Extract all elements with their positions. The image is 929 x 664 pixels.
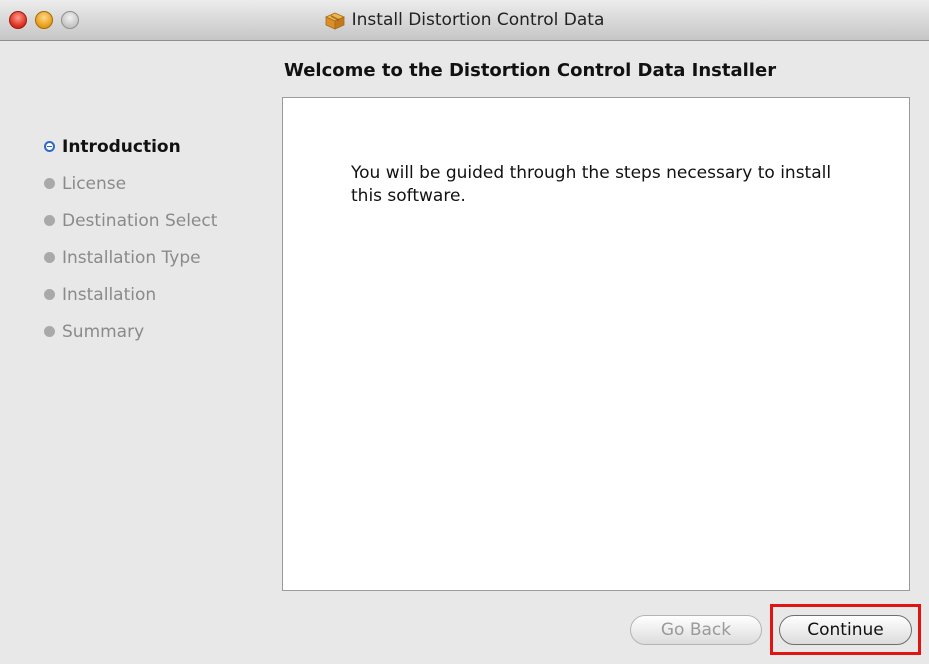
- step-installation-type: Installation Type: [44, 239, 274, 276]
- step-installation: Installation: [44, 276, 274, 313]
- installer-window: Install Distortion Control Data Welcome …: [0, 0, 929, 664]
- step-label: Destination Select: [62, 210, 218, 231]
- current-step-icon: [44, 141, 55, 152]
- step-label: Installation: [62, 284, 157, 305]
- continue-button[interactable]: Continue: [779, 615, 912, 645]
- step-license: License: [44, 165, 274, 202]
- title-bar[interactable]: Install Distortion Control Data: [0, 0, 929, 41]
- pending-step-icon: [44, 289, 55, 300]
- package-icon: [324, 12, 345, 30]
- pending-step-icon: [44, 326, 55, 337]
- step-destination-select: Destination Select: [44, 202, 274, 239]
- pending-step-icon: [44, 252, 55, 263]
- pending-step-icon: [44, 215, 55, 226]
- step-label: License: [62, 173, 127, 194]
- window-title: Install Distortion Control Data: [351, 10, 605, 30]
- welcome-message: You will be guided through the steps nec…: [351, 163, 832, 206]
- installer-steps-sidebar: Introduction License Destination Select …: [44, 128, 274, 350]
- title-group: Install Distortion Control Data: [0, 0, 929, 40]
- go-back-button[interactable]: Go Back: [630, 615, 762, 645]
- step-summary: Summary: [44, 313, 274, 350]
- page-heading: Welcome to the Distortion Control Data I…: [284, 60, 777, 81]
- step-label: Introduction: [62, 136, 181, 157]
- content-panel: You will be guided through the steps nec…: [282, 97, 910, 591]
- pending-step-icon: [44, 178, 55, 189]
- step-label: Installation Type: [62, 247, 201, 268]
- step-introduction: Introduction: [44, 128, 274, 165]
- step-label: Summary: [62, 321, 145, 342]
